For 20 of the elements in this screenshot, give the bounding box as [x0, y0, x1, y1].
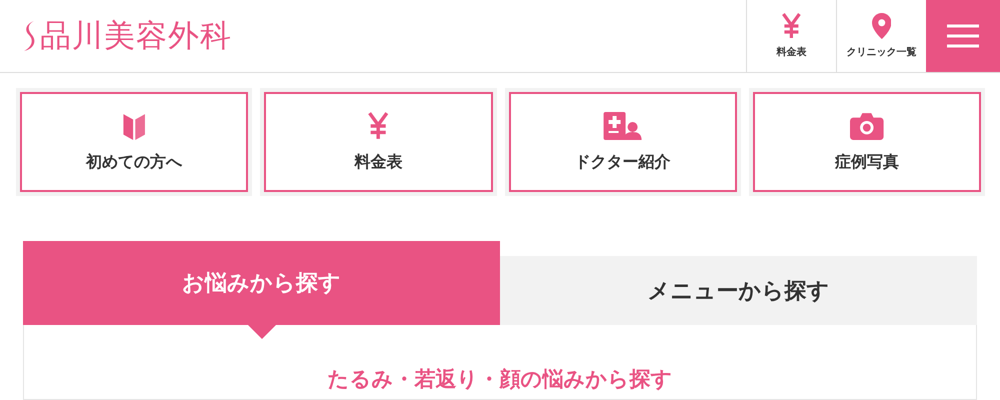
quick-link-card[interactable]: 症例写真	[748, 88, 985, 196]
doctor-profile-icon	[603, 112, 642, 140]
menu-button[interactable]	[926, 0, 1000, 72]
yen-icon	[781, 13, 802, 39]
quick-link-label: 料金表	[354, 152, 402, 172]
search-tab[interactable]: メニューから探す	[500, 256, 977, 325]
header-link[interactable]: 料金表	[746, 0, 836, 72]
panel-heading: たるみ・若返り・顔の悩みから探す	[328, 366, 672, 393]
quick-link-label: ドクター紹介	[574, 152, 671, 172]
yen-icon	[367, 112, 390, 140]
quick-link-card[interactable]: 初めての方へ	[16, 88, 252, 196]
quick-link-label: 症例写真	[834, 152, 899, 172]
quick-link-card[interactable]: ドクター紹介	[504, 88, 741, 196]
map-pin-icon	[872, 13, 892, 39]
quick-link-card[interactable]: 料金表	[260, 88, 496, 196]
camera-icon	[850, 112, 884, 140]
quick-link-label: 初めての方へ	[86, 152, 182, 172]
tab-pointer-icon	[248, 325, 276, 339]
beginner-mark-icon	[122, 112, 146, 140]
menu-icon	[947, 24, 979, 48]
